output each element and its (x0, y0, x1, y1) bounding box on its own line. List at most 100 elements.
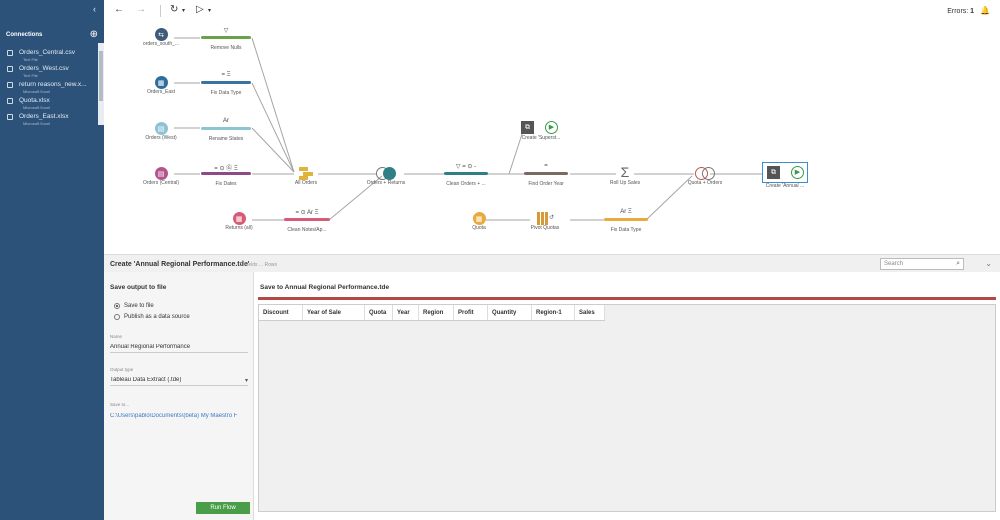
name-field[interactable]: Annual Regional Performance (110, 344, 248, 353)
node-label: Rename States (208, 136, 244, 142)
flow-node-orders-returns[interactable]: Orders + Returns (360, 167, 412, 186)
radio-save-to-file[interactable]: Save to file (114, 303, 154, 309)
connection-name: return reasons_new.x... (19, 81, 87, 88)
play-icon[interactable]: ▶ (545, 121, 558, 134)
flow-node-pivot-quotas[interactable]: ↺ Pivot Quotas (520, 212, 570, 231)
excel-icon: ▦ (232, 212, 246, 225)
excel-icon (7, 114, 13, 120)
clean-icon: = Ξ (221, 72, 231, 78)
output-type-label: Output type (110, 367, 134, 372)
node-label: Orders (West) (145, 135, 177, 141)
step-bar (201, 81, 251, 84)
chevron-left-icon[interactable]: ‹ (93, 4, 96, 14)
flow-node-create-superstore[interactable]: ⧉ ▶ Create 'Superst... (516, 120, 566, 141)
node-label: Returns (all) (225, 225, 253, 231)
preview-table-area: Discount Year of Sale Quota Year Region … (258, 304, 996, 512)
node-label: Pivot Quotas (530, 225, 560, 231)
pane-title: Create 'Annual Regional Performance.tde' (110, 261, 250, 268)
excel-icon: ▦ (154, 76, 168, 89)
node-label: Orders + Returns (366, 180, 406, 186)
errors-indicator[interactable]: Errors: 1 🔔 (947, 6, 990, 15)
column-header[interactable]: Year of Sale (303, 305, 365, 320)
toolbar-divider (160, 5, 161, 17)
chevron-down-icon: ▾ (244, 378, 248, 384)
join-icon (695, 167, 715, 180)
text-file-icon (7, 50, 13, 56)
forward-arrow-icon[interactable]: → (136, 4, 146, 15)
flow-canvas[interactable]: ⇆ orders_south_... ▽ Remove Nulls ▦ Orde… (104, 22, 1000, 250)
flow-node-clean-orders[interactable]: ▽ = ⊙ - Clean Orders + ... (444, 163, 488, 187)
column-header[interactable]: Quantity (488, 305, 532, 320)
plus-icon[interactable]: ⊕ (90, 30, 98, 40)
run-icon[interactable]: ▷ (196, 4, 204, 15)
flow-node-returns-all[interactable]: ▦ Returns (all) (204, 212, 274, 231)
connections-title: Connections (6, 32, 43, 38)
sigma-icon: Σ (620, 164, 630, 180)
flow-node-quota-orders[interactable]: Quota + Orders (680, 167, 730, 186)
clean-icon: = ⊙ Ⓖ Ξ (214, 166, 238, 172)
preview-title: Save to Annual Regional Performance.tde (260, 284, 390, 291)
flow-node-rename-states[interactable]: Ar Rename States (201, 118, 251, 142)
flow-node-clean-notes[interactable]: = ⊙ Ar Ξ Clean Notes/Ap... (284, 209, 330, 233)
refresh-icon[interactable]: ↻ (170, 4, 178, 15)
connection-item[interactable]: return reasons_new.x... Microsoft Excel (0, 80, 98, 96)
excel-icon: ▦ (472, 212, 486, 225)
column-header[interactable]: Quota (365, 305, 393, 320)
connection-item[interactable]: Quota.xlsx Microsoft Excel (0, 96, 98, 112)
errors-label: Errors: (947, 8, 969, 15)
chevron-down-icon[interactable]: ⌄ (985, 259, 992, 268)
node-label: Quota (472, 225, 486, 231)
connection-type: Microsoft Excel (23, 89, 51, 94)
flow-node-orders-south[interactable]: ⇆ orders_south_... (126, 28, 196, 47)
flow-node-orders-central[interactable]: ▤ Orders (Central) (126, 167, 196, 186)
output-frame: ⧉ ▶ (521, 120, 561, 135)
flow-node-roll-up-sales[interactable]: Σ Roll Up Sales (604, 164, 646, 187)
step-bar (284, 218, 330, 221)
union-icon (299, 167, 313, 180)
flow-node-find-order-year[interactable]: = Find Order Year (524, 163, 568, 187)
step-bar (201, 36, 251, 39)
radio-unselected-icon (114, 314, 120, 320)
table-header: Discount Year of Sale Quota Year Region … (259, 305, 605, 321)
flow-node-orders-east[interactable]: ▦ Orders_East (126, 76, 196, 95)
scrollbar-thumb[interactable] (99, 51, 103, 101)
node-label: Fix Data Type (210, 90, 242, 96)
column-header[interactable]: Discount (259, 305, 303, 320)
back-arrow-icon[interactable]: ← (114, 4, 124, 15)
column-header[interactable]: Sales (575, 305, 605, 320)
flow-node-fix-data-type-1[interactable]: = Ξ Fix Data Type (201, 72, 251, 96)
flow-node-remove-nulls[interactable]: ▽ Remove Nulls (201, 27, 251, 51)
connection-type: Microsoft Excel (23, 105, 51, 110)
radio-publish[interactable]: Publish as a data source (114, 314, 190, 320)
toolbar: ← → ↻ ▾ ▷ ▾ Errors: 1 🔔 (104, 0, 1000, 22)
node-label: Orders (Central) (142, 180, 180, 186)
flow-node-create-annual[interactable]: ⧉ ▶ Create 'Annual ... (760, 162, 810, 189)
node-label: Find Order Year (528, 181, 564, 187)
flow-node-orders-west[interactable]: ▤ Orders (West) (126, 122, 196, 141)
clean-icon: ▽ = ⊙ - (455, 164, 477, 170)
column-header[interactable]: Region-1 (532, 305, 575, 320)
flow-node-fix-dates[interactable]: = ⊙ Ⓖ Ξ Fix Dates (201, 163, 251, 187)
flow-node-fix-data-type-2[interactable]: Ar Ξ Fix Data Type (604, 209, 648, 233)
connection-item[interactable]: Orders_West.csv Text File (0, 64, 98, 80)
radio-selected-icon (114, 303, 120, 309)
refresh-dropdown-icon[interactable]: ▾ (182, 7, 185, 14)
flow-node-quota[interactable]: ▦ Quota (462, 212, 496, 231)
flow-node-all-orders[interactable]: All Orders (284, 167, 328, 186)
play-icon[interactable]: ▶ (791, 166, 804, 179)
save-to-path[interactable]: C:\Users\pablo\Documents\(beta) My Maest… (110, 413, 248, 421)
column-header[interactable]: Region (419, 305, 454, 320)
column-header[interactable]: Profit (454, 305, 488, 320)
node-label: Create 'Superst... (521, 135, 561, 141)
save-to-label: Save to... (110, 402, 130, 407)
run-flow-button[interactable]: Run Flow (196, 502, 250, 514)
search-input[interactable]: Search ⌕ (880, 258, 964, 270)
column-header[interactable]: Year (393, 305, 419, 320)
node-label: All Orders (294, 180, 318, 186)
connection-item[interactable]: Orders_East.xlsx Microsoft Excel (0, 112, 98, 128)
preview-divider (258, 297, 996, 300)
settings-heading: Save output to file (110, 284, 167, 291)
output-type-select[interactable]: Tableau Data Extract (.tde) ▾ (110, 377, 248, 386)
run-dropdown-icon[interactable]: ▾ (208, 7, 211, 14)
connection-item[interactable]: Orders_Central.csv Text File (0, 48, 98, 64)
